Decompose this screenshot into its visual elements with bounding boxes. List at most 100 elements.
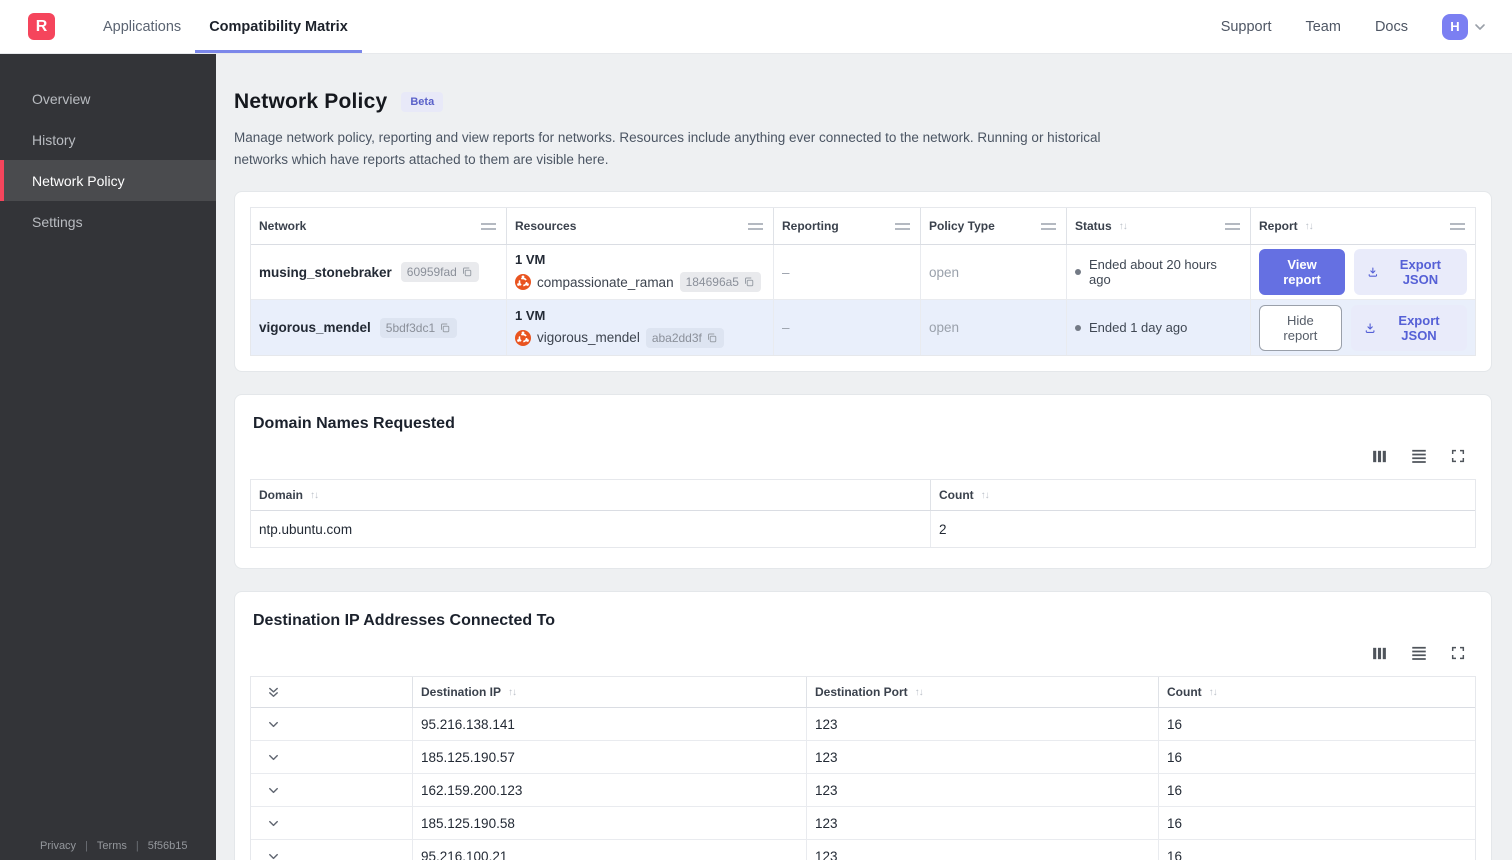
row-expand-icon[interactable] [266,783,281,798]
col-header-reporting: Reporting [774,208,921,245]
network-id: 60959fad [406,265,457,280]
sort-icon[interactable]: ↑↓ [1305,221,1314,232]
export-json-button[interactable]: Export JSON [1350,304,1467,351]
col-label: Policy Type [929,219,995,234]
copy-icon[interactable] [706,332,718,344]
network-name: musing_stonebraker [259,264,392,280]
nav-link-docs[interactable]: Docs [1375,19,1408,35]
destination-row[interactable]: 185.125.190.58 123 16 [251,807,1475,841]
view-report-button[interactable]: View report [1259,249,1346,296]
col-label: Report [1259,219,1298,234]
columns-toggle-icon[interactable] [1371,644,1388,662]
destination-row[interactable]: 95.216.100.21 123 16 [251,840,1475,860]
column-resize-handle[interactable] [895,222,910,230]
col-header-network: Network [251,208,507,245]
column-resize-handle[interactable] [481,222,496,230]
copy-icon[interactable] [439,322,451,334]
domain-row[interactable]: ntp.ubuntu.com 2 [251,511,1475,548]
resource-id-badge[interactable]: aba2dd3f [645,327,724,348]
col-label: Network [259,219,307,234]
primary-tabs: Applications Compatibility Matrix [89,0,362,53]
row-expand-icon[interactable] [266,849,281,860]
destinations-card: Destination IP Addresses Connected To De… [234,591,1492,860]
sort-icon[interactable]: ↑↓ [915,687,924,698]
network-id: 5bdf3dc1 [385,320,436,335]
col-header-destination-port: Destination Port ↑↓ [807,677,1159,708]
sidebar-item-history[interactable]: History [0,119,216,160]
top-navbar: R Applications Compatibility Matrix Supp… [0,0,1512,54]
network-id-badge[interactable]: 5bdf3dc1 [379,317,458,338]
row-expand-icon[interactable] [266,750,281,765]
column-resize-handle[interactable] [1225,222,1240,230]
tab-compatibility-matrix[interactable]: Compatibility Matrix [195,0,362,53]
fullscreen-icon[interactable] [1450,447,1466,465]
destination-ip-cell: 95.216.100.21 [413,840,807,860]
destination-row[interactable]: 162.159.200.123 123 16 [251,774,1475,808]
networks-table-header: Network Resources Reporting Policy Type [251,208,1475,246]
network-row[interactable]: musing_stonebraker 60959fad 1 VM compass… [251,245,1475,301]
fullscreen-icon[interactable] [1450,644,1466,662]
destination-row[interactable]: 95.216.138.141 123 16 [251,708,1475,742]
sort-icon[interactable]: ↑↓ [508,687,517,698]
resource-name: compassionate_raman [537,274,674,290]
sidebar-footer: Privacy | Terms | 5f56b15 [40,840,188,852]
count-cell: 2 [939,521,947,537]
nav-link-team[interactable]: Team [1305,19,1340,35]
count-cell: 16 [1167,716,1183,732]
copy-icon[interactable] [461,266,473,278]
col-label: Count [1167,685,1202,700]
col-label: Resources [515,219,577,234]
terms-link[interactable]: Terms [97,840,127,852]
sort-icon[interactable]: ↑↓ [1209,687,1218,698]
row-density-icon[interactable] [1410,644,1428,662]
ubuntu-icon [515,274,531,291]
sidebar-item-settings[interactable]: Settings [0,201,216,242]
col-header-resources: Resources [507,208,774,245]
sidebar-item-network-policy[interactable]: Network Policy [0,160,216,201]
vm-count: 1 VM [515,307,546,323]
destination-row[interactable]: 185.125.190.57 123 16 [251,741,1475,775]
resource-id-badge[interactable]: 184696a5 [679,272,761,293]
nav-link-support[interactable]: Support [1221,19,1272,35]
sort-icon[interactable]: ↑↓ [310,490,319,501]
footer-divider: | [135,840,139,852]
export-json-label: Export JSON [1398,312,1440,343]
page-title: Network Policy [234,90,388,113]
sidebar: Overview History Network Policy Settings… [0,54,216,860]
policy-type-value: open [929,320,960,336]
domains-table-header: Domain ↑↓ Count ↑↓ [251,480,1475,512]
expand-all-icon[interactable] [266,685,281,700]
column-resize-handle[interactable] [1450,222,1465,230]
col-label: Count [939,488,974,503]
destination-port-cell: 123 [807,708,1159,741]
network-row-selected[interactable]: vigorous_mendel 5bdf3dc1 1 VM vigorous_m… [251,300,1475,356]
row-expand-icon[interactable] [266,717,281,732]
column-resize-handle[interactable] [748,222,763,230]
column-resize-handle[interactable] [1041,222,1056,230]
table-toolbar [250,447,1476,465]
tab-applications[interactable]: Applications [89,0,195,53]
row-expand-icon[interactable] [266,816,281,831]
domains-table: Domain ↑↓ Count ↑↓ ntp.ubuntu.com 2 [250,479,1476,549]
export-json-button[interactable]: Export JSON [1354,249,1467,296]
resource-name: vigorous_mendel [537,330,640,346]
user-avatar[interactable]: H [1442,13,1468,40]
table-toolbar [250,644,1476,662]
sort-icon[interactable]: ↑↓ [1119,221,1128,232]
col-label: Destination IP [421,685,502,700]
hide-report-button[interactable]: Hide report [1259,304,1342,351]
col-header-count: Count ↑↓ [931,480,1475,510]
row-density-icon[interactable] [1410,447,1428,465]
footer-divider: | [85,840,88,852]
resource-id: aba2dd3f [651,330,702,345]
copy-icon[interactable] [743,276,755,288]
user-menu[interactable]: H [1442,13,1488,40]
privacy-link[interactable]: Privacy [40,840,76,852]
app-logo[interactable]: R [28,13,55,40]
destinations-table: Destination IP ↑↓ Destination Port ↑↓ Co… [250,676,1476,860]
columns-toggle-icon[interactable] [1371,447,1388,465]
sort-icon[interactable]: ↑↓ [981,490,990,501]
sidebar-item-overview[interactable]: Overview [0,78,216,119]
network-id-badge[interactable]: 60959fad [400,262,479,283]
destinations-table-header: Destination IP ↑↓ Destination Port ↑↓ Co… [251,677,1475,709]
